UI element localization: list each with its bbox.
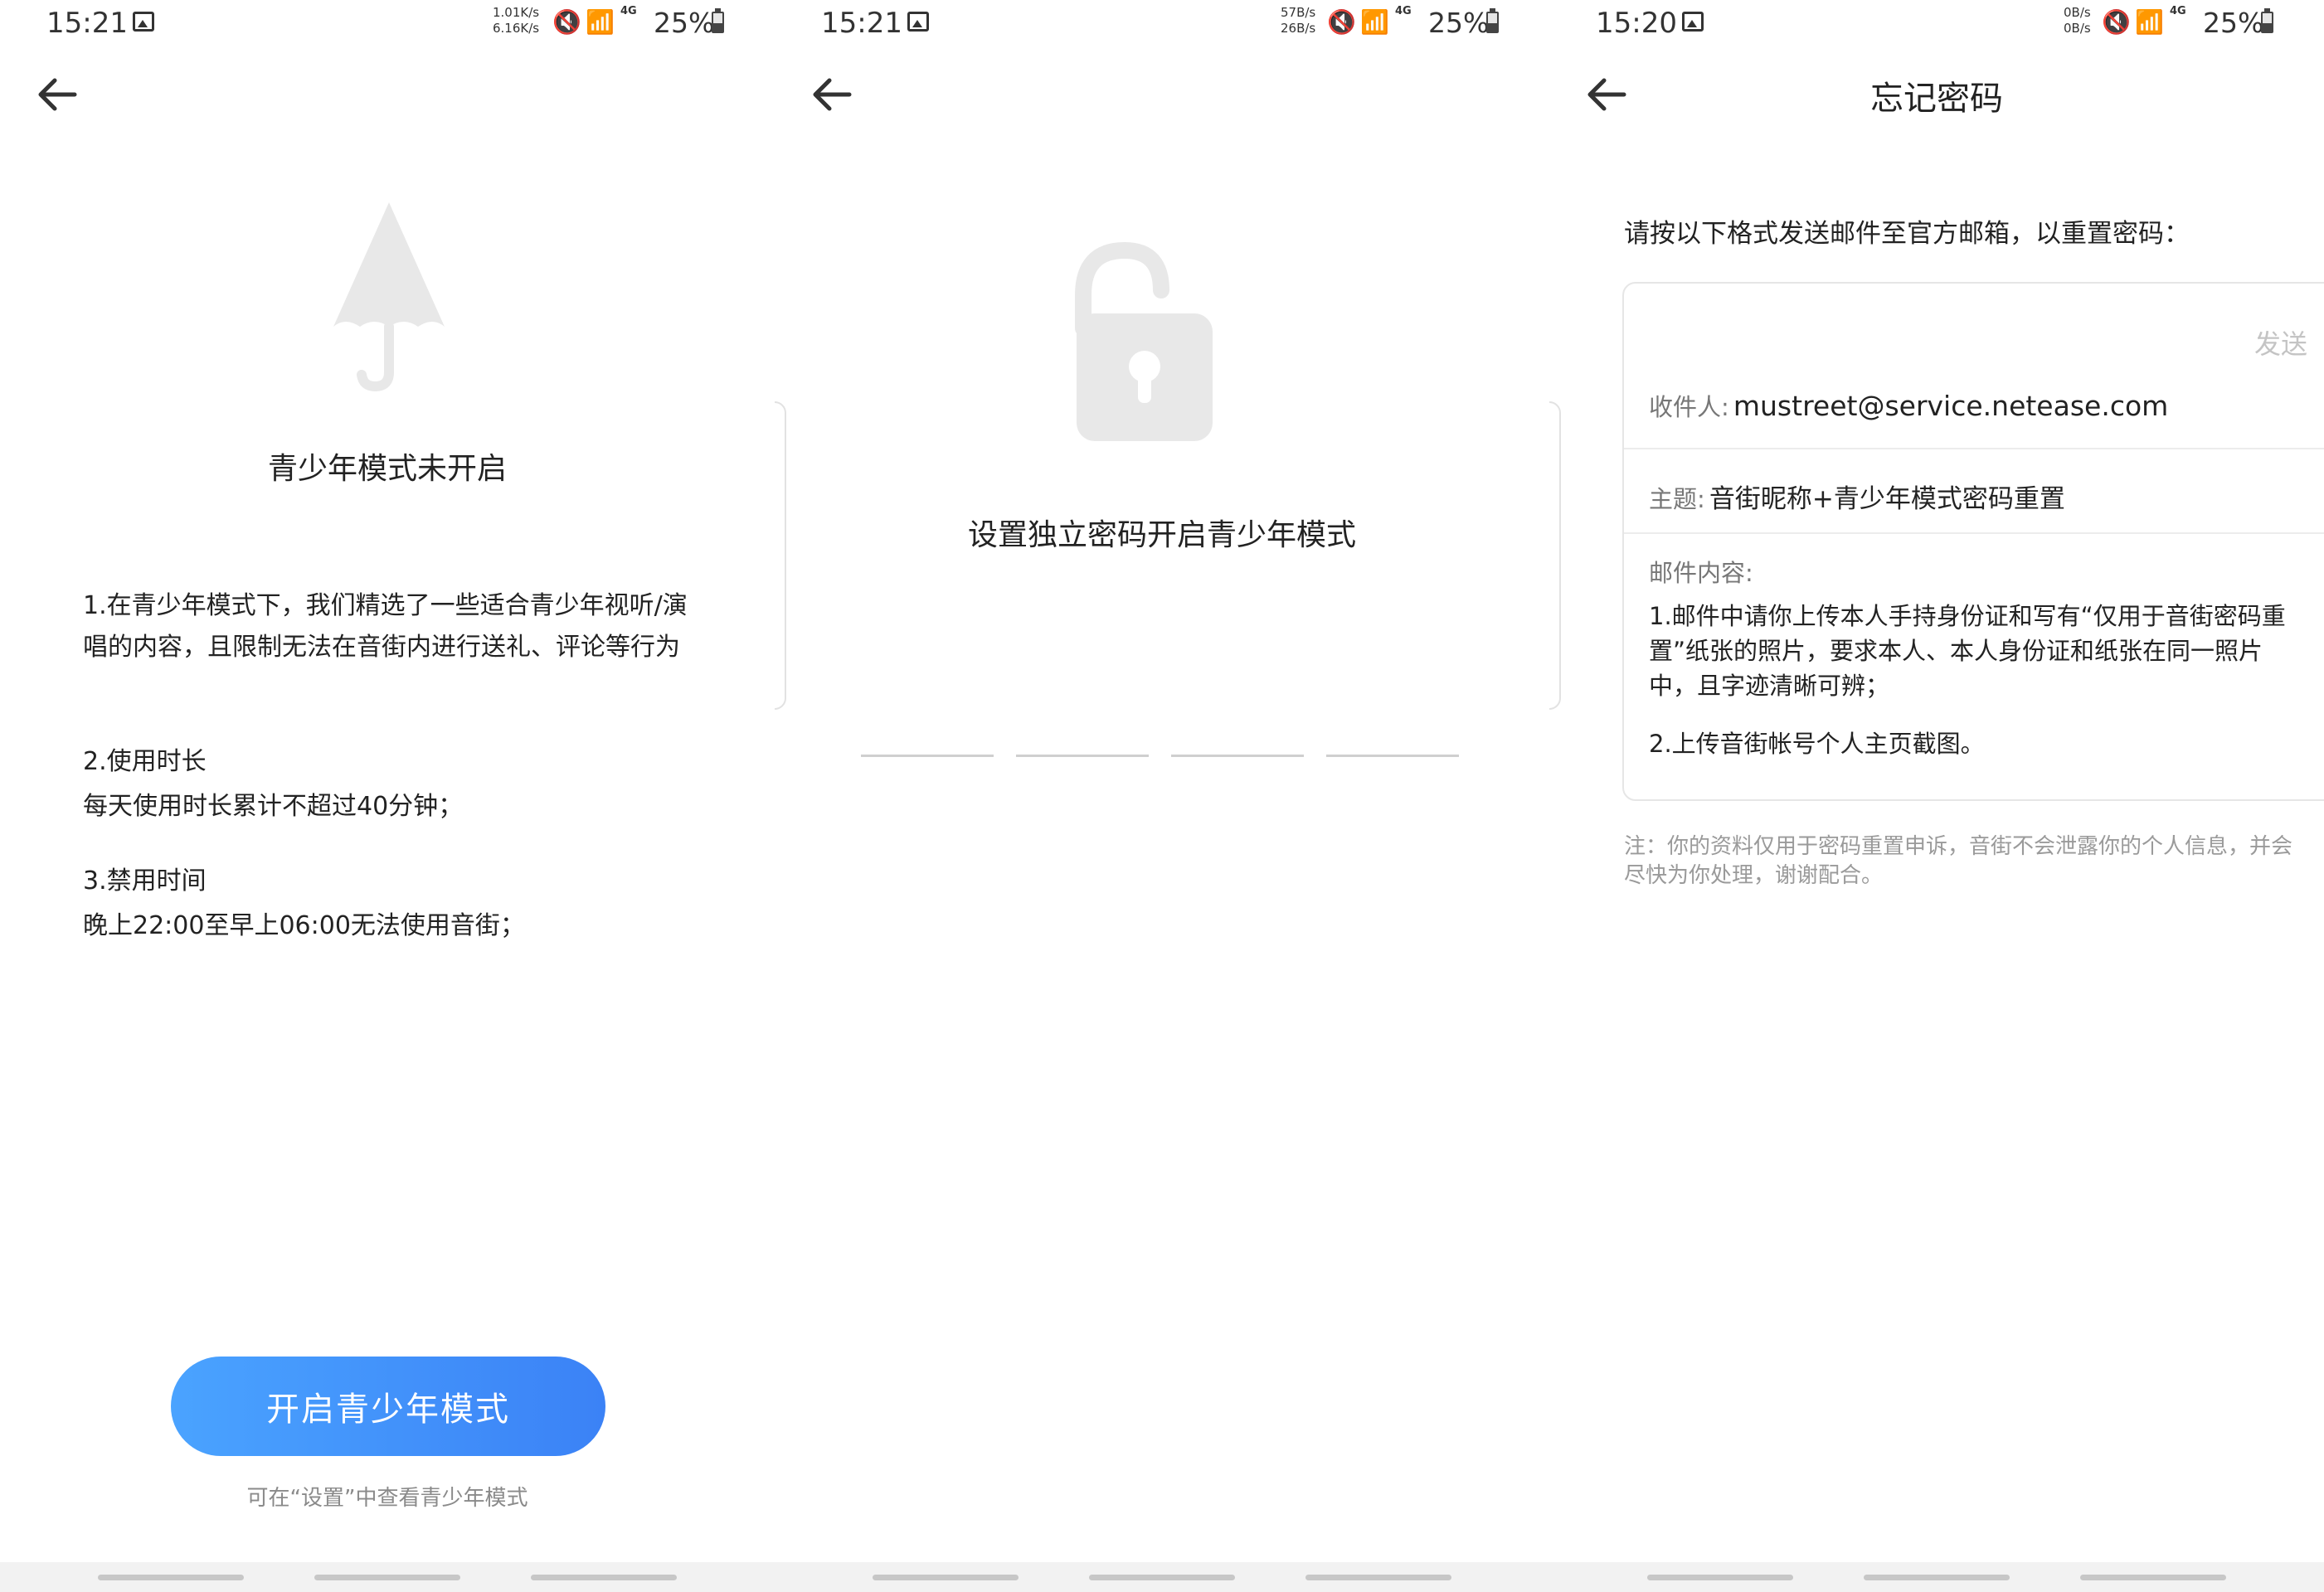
page-title: 青少年模式未开启 (267, 452, 507, 486)
subject-row: 主题: 音街昵称+青少年模式密码重置 (1649, 478, 2324, 515)
battery-icon (1486, 8, 1499, 33)
network-speed: 0B/s 0B/s (2064, 5, 2091, 36)
content-row: 邮件内容: (1649, 554, 2324, 589)
gallery-notification-icon (907, 12, 929, 32)
send-button[interactable]: 发送 (2254, 323, 2307, 362)
net-up: 1.01K/s (493, 5, 540, 20)
instruction-text: 请按以下格式发送邮件至官方邮箱，以重置密码： (1624, 219, 2190, 249)
page-title: 设置独立密码开启青少年模式 (967, 518, 1356, 552)
divider (1624, 532, 2324, 534)
rule-2-title: 2.使用时长 (83, 747, 207, 776)
previous-card-edge (775, 401, 786, 710)
privacy-note: 注：你的资料仅用于密码重置申诉，音街不会泄露你的个人信息，并会尽快为你处理，谢谢… (1624, 834, 2293, 888)
rule-3-text: 晚上22:00至早上06:00无法使用音街； (83, 911, 525, 940)
umbrella-icon (333, 202, 445, 392)
recipient-email[interactable]: mustreet@service.netease.com (1733, 390, 2168, 422)
battery-percent: 25% (1428, 7, 1490, 39)
battery-percent: 25% (2203, 7, 2264, 39)
gallery-notification-icon (1682, 12, 1704, 32)
network-type: 4G (1395, 5, 1412, 17)
net-down: 0B/s (2064, 21, 2091, 36)
battery-icon (2261, 8, 2273, 33)
system-nav-bar (775, 1562, 1549, 1592)
battery-icon (712, 8, 724, 33)
pin-slot-2[interactable] (1016, 755, 1149, 757)
system-nav-bar (0, 1562, 775, 1592)
pin-slot-4[interactable] (1326, 755, 1459, 757)
nav-button-home[interactable] (314, 1575, 460, 1580)
status-bar: 15:20 0B/s 0B/s 🔇 📶 4G 25% (1549, 0, 2324, 46)
content-item-1: 1.邮件中请你上传本人手持身份证和写有“仅用于音街密码重置”纸张的照片，要求本人… (1649, 602, 2286, 700)
divider (1624, 448, 2324, 449)
nav-button-recents[interactable] (873, 1575, 1019, 1580)
network-speed: 57B/s 26B/s (1281, 5, 1315, 36)
settings-hint: 可在“设置”中查看青少年模式 (246, 1486, 528, 1511)
email-template-card: 发送 收件人: mustreet@service.netease.com 主题:… (1622, 282, 2324, 801)
back-arrow-icon[interactable] (808, 70, 858, 119)
net-up: 0B/s (2064, 5, 2091, 20)
pin-slot-3[interactable] (1171, 755, 1304, 757)
back-arrow-icon[interactable] (33, 70, 83, 119)
screenshot-stage: 15:21 1.01K/s 6.16K/s 🔇 📶 4G 25% 青少年模式未开… (0, 0, 2324, 1592)
status-time: 15:21 (46, 7, 128, 40)
subject-text[interactable]: 音街昵称+青少年模式密码重置 (1709, 484, 2065, 514)
network-type: 4G (620, 5, 637, 17)
mute-icon: 🔇 (2102, 8, 2131, 36)
subject-label: 主题: (1649, 485, 1705, 513)
nav-button-back[interactable] (2080, 1575, 2226, 1580)
status-time: 15:21 (821, 7, 902, 40)
wifi-icon: 📶 (586, 8, 615, 36)
gallery-notification-icon (133, 12, 154, 32)
nav-button-recents[interactable] (98, 1575, 244, 1580)
previous-card-edge (1549, 401, 1561, 710)
status-time: 15:20 (1596, 7, 1677, 40)
page-title: 忘记密码 (1870, 80, 2003, 118)
net-up: 57B/s (1281, 5, 1316, 20)
unlocked-padlock-icon (1075, 241, 1213, 441)
wifi-icon: 📶 (1360, 8, 1389, 36)
nav-button-back[interactable] (1305, 1575, 1451, 1580)
network-type: 4G (2170, 5, 2186, 17)
recipient-row: 收件人: mustreet@service.netease.com (1649, 388, 2324, 423)
rule-3-title: 3.禁用时间 (83, 866, 207, 896)
status-bar: 15:21 57B/s 26B/s 🔇 📶 4G 25% (775, 0, 1549, 46)
mute-icon: 🔇 (552, 8, 581, 36)
screen-youth-mode-off: 15:21 1.01K/s 6.16K/s 🔇 📶 4G 25% 青少年模式未开… (0, 0, 775, 1592)
enable-youth-mode-button[interactable]: 开启青少年模式 (171, 1357, 605, 1456)
battery-percent: 25% (654, 7, 715, 39)
net-down: 6.16K/s (493, 21, 540, 36)
network-speed: 1.01K/s 6.16K/s (493, 5, 539, 36)
content-label: 邮件内容: (1649, 559, 1753, 587)
nav-button-home[interactable] (1089, 1575, 1235, 1580)
status-bar: 15:21 1.01K/s 6.16K/s 🔇 📶 4G 25% (0, 0, 775, 46)
pin-slot-1[interactable] (861, 755, 994, 757)
nav-button-back[interactable] (531, 1575, 677, 1580)
mute-icon: 🔇 (1327, 8, 1356, 36)
system-nav-bar (1549, 1562, 2324, 1592)
wifi-icon: 📶 (2135, 8, 2164, 36)
rule-1-text: 1.在青少年模式下，我们精选了一些适合青少年视听/演唱的内容，且限制无法在音街内… (83, 591, 688, 662)
screen-set-password: 15:21 57B/s 26B/s 🔇 📶 4G 25% 设置独立密码开启青少年… (775, 0, 1549, 1592)
rule-2-text: 每天使用时长累计不超过40分钟； (83, 792, 464, 821)
net-down: 26B/s (1281, 21, 1316, 36)
content-item-2: 2.上传音街帐号个人主页截图。 (1649, 730, 1985, 758)
nav-button-home[interactable] (1864, 1575, 2010, 1580)
screen-forgot-password: 15:20 0B/s 0B/s 🔇 📶 4G 25% 忘记密码 请按以下格式发送… (1549, 0, 2324, 1592)
recipient-label: 收件人: (1649, 393, 1729, 421)
nav-button-recents[interactable] (1647, 1575, 1793, 1580)
